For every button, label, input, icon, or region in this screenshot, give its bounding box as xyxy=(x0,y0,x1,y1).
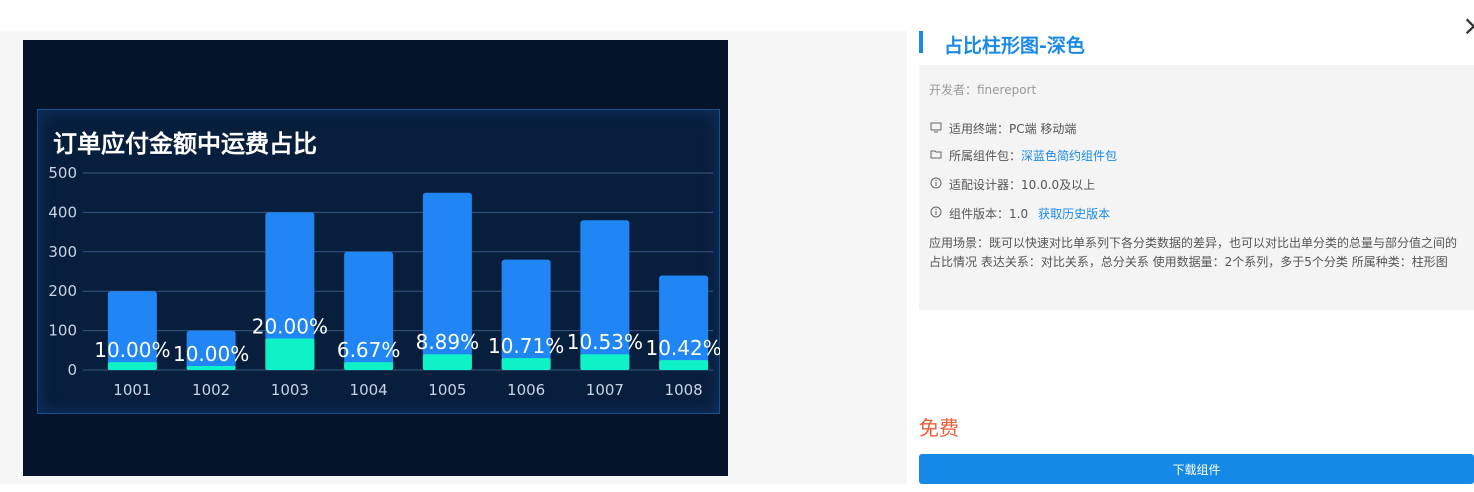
y-tick-label: 0 xyxy=(67,361,77,379)
x-tick-label: 1007 xyxy=(586,381,624,399)
bar-part xyxy=(659,360,709,370)
component-title: 占比柱形图-深色 xyxy=(944,35,1085,57)
designer-text: 适配设计器：10.0.0及以上 xyxy=(949,178,1096,192)
data-label: 20.00% xyxy=(252,314,328,338)
bar-part xyxy=(580,354,630,370)
x-tick-label: 1006 xyxy=(507,381,545,399)
package-label: 所属组件包： xyxy=(949,149,1022,163)
y-tick-label: 300 xyxy=(48,243,77,261)
info-icon xyxy=(929,177,943,192)
y-tick-label: 400 xyxy=(48,203,77,221)
x-tick-label: 1005 xyxy=(428,381,466,399)
developer-row: 开发者：finereport xyxy=(929,81,1036,98)
developer-text: 开发者：finereport xyxy=(929,83,1037,97)
close-button[interactable]: × xyxy=(1462,12,1474,40)
bar-part xyxy=(186,366,236,370)
x-tick-label: 1001 xyxy=(113,381,151,399)
data-label: 8.89% xyxy=(416,330,480,354)
info-icon xyxy=(929,206,943,221)
package-link[interactable]: 深蓝色简约组件包 xyxy=(1021,147,1117,164)
version-text: 组件版本：1.0 xyxy=(949,207,1029,221)
title-accent-bar xyxy=(919,31,923,53)
terminal-row: 适用终端：PC端 移动端 xyxy=(929,120,1076,137)
x-tick-label: 1004 xyxy=(350,381,388,399)
version-row: 组件版本：1.0 获取历史版本 xyxy=(929,205,1110,222)
bar-part xyxy=(107,362,157,370)
bar-chart: 0 100 200 300 400 500 10.00% 1001 10.00% 1002 20.0… xyxy=(48,164,720,399)
data-label: 10.00% xyxy=(94,338,170,362)
bar-part xyxy=(265,338,315,370)
data-label: 6.67% xyxy=(337,338,401,362)
data-label: 10.71% xyxy=(488,334,564,358)
download-button[interactable]: 下载组件 xyxy=(919,454,1474,484)
x-tick-label: 1003 xyxy=(271,381,309,399)
y-tick-label: 500 xyxy=(48,164,77,182)
monitor-icon xyxy=(929,121,943,136)
designer-row: 适配设计器：10.0.0及以上 xyxy=(929,176,1095,193)
folder-icon xyxy=(929,148,943,163)
description: 应用场景：既可以快速对比单系列下各分类数据的差异，也可以对比出单分类的总量与部分… xyxy=(929,236,1458,269)
y-tick-label: 200 xyxy=(48,282,77,300)
x-tick-label: 1002 xyxy=(192,381,230,399)
x-tick-label: 1008 xyxy=(665,381,703,399)
package-row: 所属组件包： 深蓝色简约组件包 xyxy=(929,147,1117,164)
history-version-link[interactable]: 获取历史版本 xyxy=(1038,205,1110,222)
data-label: 10.42% xyxy=(645,336,720,360)
chart-title: 订单应付金额中运费占比 xyxy=(53,130,317,158)
price-label: 免费 xyxy=(919,416,959,440)
bar-part xyxy=(344,362,394,370)
data-label: 10.00% xyxy=(173,342,249,366)
data-label: 10.53% xyxy=(567,330,643,354)
bar-part xyxy=(501,358,551,370)
terminal-text: 适用终端：PC端 移动端 xyxy=(949,122,1077,136)
y-tick-label: 100 xyxy=(48,322,77,340)
bar-part xyxy=(422,354,472,370)
